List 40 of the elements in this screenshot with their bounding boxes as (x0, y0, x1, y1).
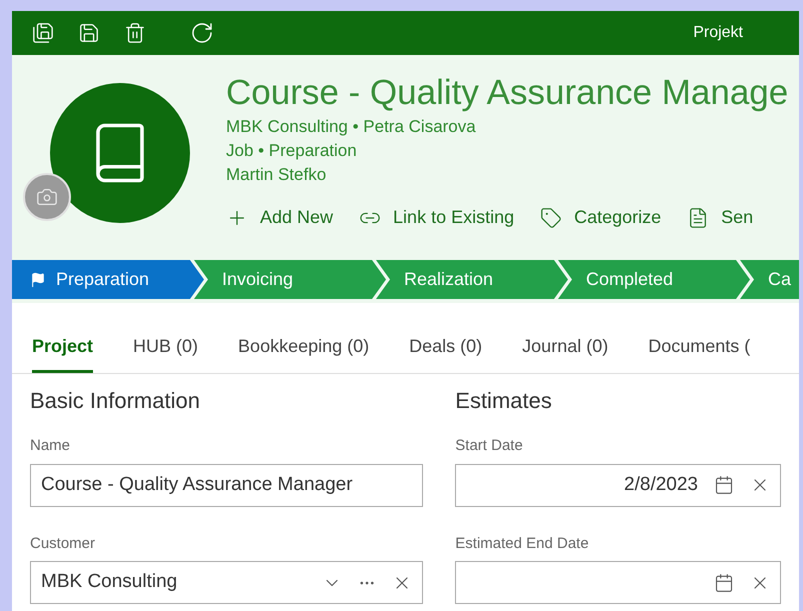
action-button[interactable]: Categorize (540, 204, 662, 231)
refresh-icon[interactable] (190, 21, 214, 45)
field-label: Start Date (455, 436, 524, 456)
date-field[interactable] (455, 561, 781, 604)
window-title: Projekt (693, 23, 743, 43)
action-button[interactable]: Add New (226, 204, 334, 231)
delete-icon[interactable] (124, 22, 146, 44)
stage-step[interactable]: Invoicing (194, 260, 386, 299)
save-all-icon[interactable] (32, 22, 54, 44)
stage-step[interactable]: Completed (558, 260, 750, 299)
camera-icon (36, 186, 58, 208)
tab[interactable]: Journal (0) (522, 333, 608, 373)
tab[interactable]: Project (32, 333, 94, 373)
record-title: Course - Quality Assurance Manage (226, 72, 788, 114)
field-label: Customer (30, 534, 96, 554)
tab[interactable]: Bookkeeping (0) (238, 333, 370, 373)
section-title: Estimates (455, 387, 553, 415)
field-label: Estimated End Date (455, 534, 590, 554)
field-label: Name (30, 436, 72, 456)
tab[interactable]: Documents ( (648, 333, 750, 373)
calendar-icon[interactable] (714, 475, 734, 495)
tab[interactable]: HUB (0) (133, 333, 198, 373)
save-icon[interactable] (78, 22, 100, 44)
record-detail: Job • Preparation (226, 140, 358, 162)
calendar-icon[interactable] (714, 572, 734, 592)
section-title: Basic Information (30, 387, 201, 415)
date-field[interactable]: 2/8/2023 (455, 464, 781, 506)
customer-field[interactable]: MBK Consulting (30, 561, 424, 604)
input-field[interactable]: Course - Quality Assurance Manager (30, 464, 424, 506)
stage-step[interactable]: Realization (376, 260, 568, 299)
flag-icon (30, 272, 46, 288)
record-detail: MBK Consulting • Petra Cisarova (226, 116, 477, 138)
action-button[interactable]: Sen (687, 204, 754, 231)
tab[interactable]: Deals (0) (409, 333, 482, 373)
tag-icon (540, 206, 562, 228)
camera-button[interactable] (23, 173, 71, 221)
stage-step[interactable]: Ca (740, 260, 799, 299)
record-detail: Martin Stefko (226, 164, 328, 186)
action-button[interactable]: Link to Existing (359, 204, 514, 231)
stage-step[interactable]: Preparation (12, 260, 204, 299)
